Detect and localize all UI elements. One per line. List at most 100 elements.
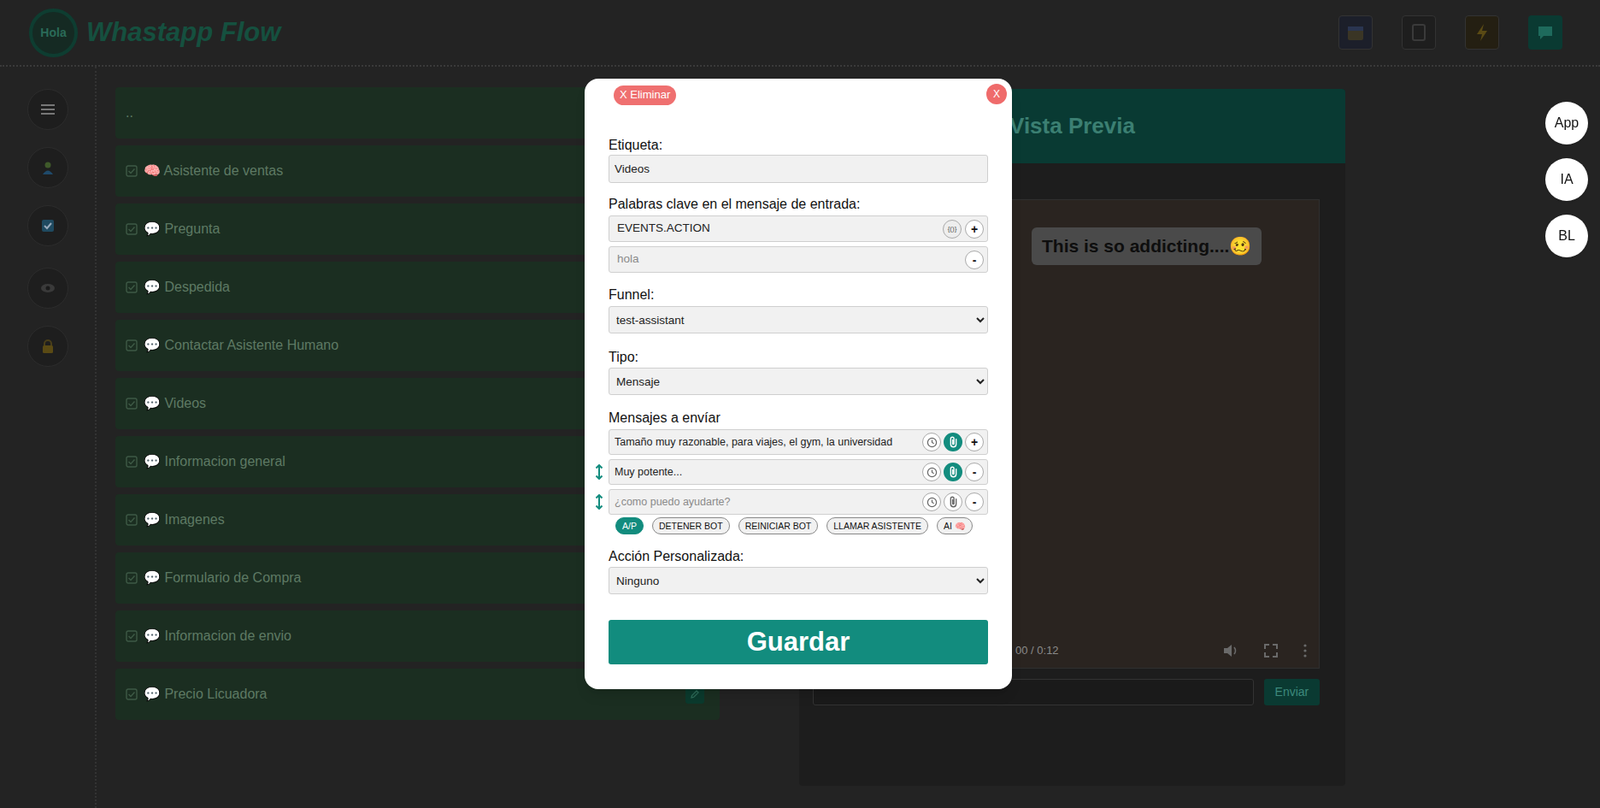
clock-icon[interactable] — [922, 462, 942, 482]
document-icon[interactable] — [1401, 15, 1436, 50]
action-select[interactable]: Ninguno — [608, 566, 989, 595]
funnel-label: Funnel: — [608, 286, 989, 304]
chat-bubble: This is so addicting....🥴 — [1031, 227, 1262, 265]
floating-buttons: App IA BL — [1545, 101, 1589, 258]
flow-label: .. — [125, 102, 134, 124]
clock-icon[interactable] — [922, 492, 942, 512]
modal-top-row: X Eliminar — [608, 84, 989, 106]
save-button[interactable]: Guardar — [608, 619, 989, 665]
action-chip[interactable]: REINICIAR BOT — [738, 517, 819, 535]
lightning-icon[interactable] — [1464, 15, 1500, 50]
flow-label: 💬 Pregunta — [143, 218, 220, 240]
bubble-text: This is so addicting....🥴 — [1041, 235, 1252, 256]
keyword-row: {()}+ — [608, 215, 989, 242]
video-buttons — [1223, 643, 1307, 658]
flow-label: 💬 Videos — [143, 393, 206, 414]
keyword-add-remove-button[interactable]: - — [964, 250, 984, 270]
action-chip[interactable]: A/P — [615, 517, 644, 535]
menu-icon — [41, 103, 55, 116]
side-button[interactable]: App — [1545, 101, 1589, 145]
keywords-label: Palabras clave en el mensaje de entrada: — [608, 195, 989, 213]
drag-handle-icon[interactable] — [594, 494, 604, 510]
message-list: + - - — [608, 429, 989, 515]
flow-label: 💬 Imagenes — [143, 509, 225, 530]
side-button[interactable]: IA — [1545, 158, 1589, 201]
checkbox-icon[interactable] — [125, 688, 138, 700]
keyword-add-remove-button[interactable]: + — [964, 219, 984, 239]
fullscreen-icon[interactable] — [1264, 643, 1278, 658]
checkbox-icon[interactable] — [125, 164, 138, 177]
send-button[interactable]: Enviar — [1264, 678, 1320, 706]
checkbox-icon[interactable] — [125, 339, 138, 352]
label-field-label: Etiqueta: — [608, 136, 989, 154]
view-button[interactable] — [27, 267, 69, 309]
action-chip[interactable]: LLAMAR ASISTENTE — [826, 517, 929, 535]
side-button[interactable]: BL — [1545, 214, 1589, 258]
keyword-row: - — [608, 246, 989, 273]
message-row: + — [608, 429, 989, 455]
keyword-input[interactable] — [617, 219, 940, 237]
tasks-button[interactable] — [27, 205, 69, 247]
delete-button[interactable]: X Eliminar — [613, 85, 677, 106]
message-input[interactable] — [614, 464, 920, 481]
menu-button[interactable] — [27, 88, 69, 130]
checkbox-icon[interactable] — [125, 223, 138, 236]
flow-label: 💬 Informacion general — [143, 451, 286, 472]
app-header: Hola Whastapp Flow — [0, 0, 1600, 67]
flow-label: 🧠 Asistente de ventas — [143, 160, 283, 182]
video-time: 00 / 0:12 — [1015, 641, 1059, 659]
close-button[interactable]: X — [986, 83, 1007, 105]
message-input[interactable] — [614, 434, 920, 451]
checkbox-icon[interactable] — [125, 513, 138, 526]
flow-label: 💬 Informacion de envio — [143, 625, 292, 647]
chat-icon[interactable] — [1528, 15, 1563, 50]
lock-button[interactable] — [27, 325, 69, 367]
type-label: Tipo: — [608, 348, 989, 366]
message-add-remove-button[interactable]: - — [964, 462, 984, 482]
preview-title: Vista Previa — [1009, 109, 1136, 143]
keyword-input[interactable] — [617, 250, 962, 268]
message-add-remove-button[interactable]: + — [964, 432, 984, 452]
lock-icon — [41, 339, 54, 353]
type-select[interactable]: Mensaje — [608, 367, 989, 395]
side-button-label: BL — [1558, 225, 1576, 247]
keyword-list: {()}+ - — [608, 215, 989, 273]
eye-icon — [40, 282, 56, 294]
checkbox-icon[interactable] — [125, 455, 138, 468]
paperclip-icon[interactable] — [943, 462, 963, 482]
chip-row: A/P DETENER BOT REINICIAR BOT LLAMAR ASISTE… — [608, 517, 989, 535]
more-icon[interactable] — [1303, 643, 1307, 658]
app-title: Whastapp Flow — [86, 12, 281, 53]
side-button-label: IA — [1559, 169, 1573, 190]
logo-text: Hola — [40, 23, 66, 42]
flow-label: 💬 Contactar Asistente Humano — [143, 335, 339, 356]
funnel-select[interactable]: test-assistant — [608, 305, 989, 334]
checkbox-icon[interactable] — [125, 281, 138, 294]
drag-handle-icon[interactable] — [594, 464, 604, 480]
volume-icon[interactable] — [1223, 643, 1239, 658]
label-input[interactable] — [608, 154, 989, 183]
checkbox-icon[interactable] — [125, 397, 138, 410]
checkbox-icon — [41, 218, 55, 233]
side-button-label: App — [1554, 112, 1579, 134]
user-button[interactable] — [27, 147, 69, 189]
calendar-icon[interactable] — [1338, 15, 1373, 50]
app-logo[interactable]: Hola — [29, 8, 78, 58]
messages-label: Mensajes a envíar — [608, 409, 989, 427]
action-chip[interactable]: DETENER BOT — [652, 517, 730, 535]
variable-button[interactable]: {()} — [942, 219, 962, 239]
flow-label: 💬 Precio Licuadora — [143, 683, 268, 705]
flow-label: 💬 Formulario de Compra — [143, 567, 302, 589]
paperclip-icon[interactable] — [943, 492, 963, 512]
send-label: Enviar — [1275, 682, 1310, 701]
header-actions — [1338, 15, 1563, 50]
checkbox-icon[interactable] — [125, 571, 138, 584]
action-chip[interactable]: AI 🧠 — [936, 517, 973, 535]
message-input[interactable] — [614, 494, 920, 511]
paperclip-icon[interactable] — [943, 432, 963, 452]
sidebar — [0, 66, 97, 808]
action-label: Acción Personalizada: — [608, 547, 989, 565]
clock-icon[interactable] — [922, 432, 942, 452]
message-add-remove-button[interactable]: - — [964, 492, 984, 512]
checkbox-icon[interactable] — [125, 629, 138, 642]
